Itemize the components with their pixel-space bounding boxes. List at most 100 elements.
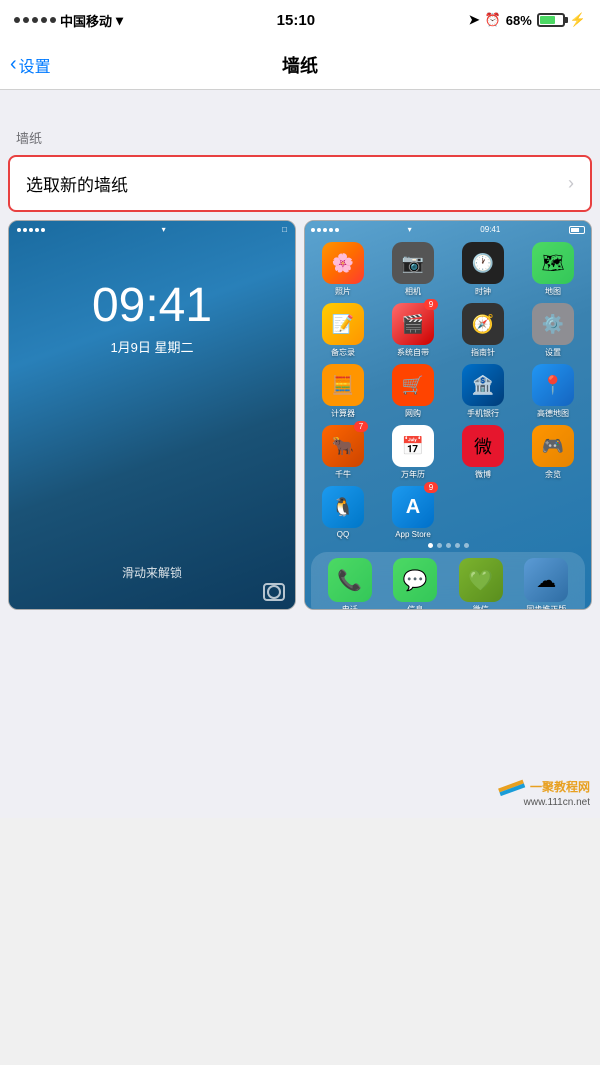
clock-label: 时钟 [475,286,491,297]
select-wallpaper-label: 选取新的墙纸 [26,171,128,196]
dock-phone-label: 电话 [342,604,358,610]
maps-icon: 🗺 [532,242,574,284]
dock-phone-icon: 📞 [328,558,372,602]
dock-tongbu: ☁ 同步推正版 [524,558,568,610]
navigation-bar: ‹ 设置 墙纸 [0,40,600,90]
app-settings: ⚙️ 设置 [521,303,585,358]
section-gap-top [0,90,600,120]
dock-tongbu-icon: ☁ [524,558,568,602]
calendar-label: 万年历 [401,469,425,480]
alarm-icon: ⏰ [485,12,501,28]
lock-screen-preview[interactable]: ▾ □ 09:41 1月9日 星期二 滑动来解锁 [8,220,296,610]
home-screen-preview[interactable]: ▾ 09:41 🌸 照片 📷 [304,220,592,610]
watermark-logo: 一聚教程网 [498,776,590,796]
notes-label: 备忘录 [331,347,355,358]
gaode-icon: 📍 [532,364,574,406]
app-weibo: 微 微博 [451,425,515,480]
home-battery [569,226,585,234]
weibo-icon: 微 [462,425,504,467]
lock-wifi-icon: ▾ [162,225,166,234]
app-bank: 🏦 手机银行 [451,364,515,419]
wifi-icon: ▾ [116,12,123,29]
lock-date: 1月9日 星期二 [110,337,193,356]
dock-messages: 💬 信息 [393,558,437,610]
lock-screen: ▾ □ 09:41 1月9日 星期二 滑动来解锁 [9,221,295,609]
wallpaper-previews: ▾ □ 09:41 1月9日 星期二 滑动来解锁 ▾ 09:41 [0,220,600,618]
calendar-icon: 📅 [392,425,434,467]
dock-messages-label: 信息 [407,604,423,610]
status-left: 中国移动 ▾ [14,11,123,30]
app-video: 🎬 9 系统自带 [381,303,445,358]
back-label: 设置 [19,53,51,77]
dock-wechat-label: 微信 [473,604,489,610]
camera-label: 相机 [405,286,421,297]
qianniu-badge: 7 [354,421,368,432]
app-calendar: 📅 万年历 [381,425,445,480]
bottom-area: 一聚教程网 www.111cn.net [0,618,600,818]
dock-wechat-icon: 💚 [459,558,503,602]
page-dot-3 [446,543,451,548]
watermark: 一聚教程网 www.111cn.net [498,776,590,808]
taobao-label: 网购 [405,408,421,419]
qianniu-label: 千牛 [335,469,351,480]
app-compass: 🧭 指南针 [451,303,515,358]
video-badge: 9 [424,299,438,310]
watermark-stripe-icon [498,776,526,796]
lock-signal [17,228,45,232]
app-grid: 🌸 照片 📷 相机 🕐 时钟 🗺 地图 [305,238,591,543]
page-dot-1 [428,543,433,548]
back-button[interactable]: ‹ 设置 [10,53,51,77]
dock-phone: 📞 电话 [328,558,372,610]
status-time: 15:10 [277,12,315,29]
video-label: 系统自带 [397,347,429,358]
chevron-right-icon: › [568,173,574,194]
lock-time: 09:41 [92,278,212,333]
main-content: 墙纸 选取新的墙纸 › ▾ □ 09:41 1月9日 星期二 滑动来解锁 [0,90,600,818]
qq-label: QQ [337,530,349,539]
select-row-wrapper: 选取新的墙纸 › [0,151,600,220]
app-notes: 📝 备忘录 [311,303,375,358]
home-time: 09:41 [480,225,500,234]
battery-percent: 68% [506,13,532,28]
weibo-label: 微博 [475,469,491,480]
compass-icon: 🧭 [462,303,504,345]
photos-label: 照片 [335,286,351,297]
app-clock: 🕐 时钟 [451,242,515,297]
home-wifi: ▾ [408,225,412,234]
settings-label: 设置 [545,347,561,358]
carrier-name: 中国移动 [60,11,112,30]
app-gaode: 📍 高德地图 [521,364,585,419]
photos-icon: 🌸 [322,242,364,284]
page-dot-4 [455,543,460,548]
watermark-url: www.111cn.net [498,797,590,808]
app-qq: 🐧 QQ [311,486,375,539]
section-label: 墙纸 [0,120,600,151]
signal-dots [14,17,56,23]
app-youxi: 🎮 余览 [521,425,585,480]
app-maps: 🗺 地图 [521,242,585,297]
qianniu-icon: 🐂 7 [322,425,364,467]
home-status-bar: ▾ 09:41 [305,221,591,238]
clock-icon: 🕐 [462,242,504,284]
back-chevron-icon: ‹ [10,53,17,76]
camera-icon: 📷 [392,242,434,284]
dock-messages-icon: 💬 [393,558,437,602]
page-dots [305,543,591,548]
page-dot-5 [464,543,469,548]
lock-battery: □ [282,225,287,234]
app-photos: 🌸 照片 [311,242,375,297]
status-bar: 中国移动 ▾ 15:10 ➤ ⏰ 68% ⚡ [0,0,600,40]
calc-label: 计算器 [331,408,355,419]
dock-tongbu-label: 同步推正版 [526,604,566,610]
youxi-icon: 🎮 [532,425,574,467]
home-dock: 📞 电话 💬 信息 💚 微信 ☁ 同步推正版 [311,552,585,610]
app-appstore: A 9 App Store [381,486,445,539]
bank-label: 手机银行 [467,408,499,419]
settings-icon: ⚙️ [532,303,574,345]
calc-icon: 🧮 [322,364,364,406]
gaode-label: 高德地图 [537,408,569,419]
select-wallpaper-row[interactable]: 选取新的墙纸 › [8,155,592,212]
home-signal [311,228,339,232]
lock-unlock-text: 滑动来解锁 [122,564,182,581]
taobao-icon: 🛒 [392,364,434,406]
